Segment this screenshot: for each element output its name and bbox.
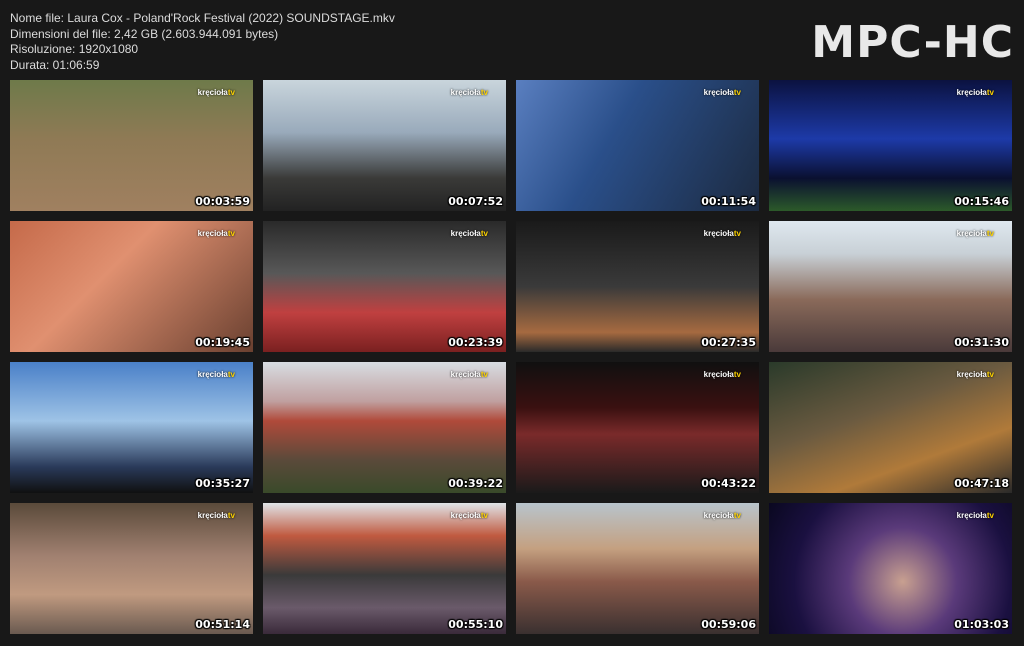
- video-frame: [10, 503, 253, 634]
- channel-logo: kręciołatv: [703, 229, 741, 238]
- channel-logo: kręciołatv: [956, 370, 994, 379]
- channel-logo: kręciołatv: [956, 229, 994, 238]
- timestamp: 00:51:14: [195, 618, 250, 631]
- thumbnail[interactable]: kręciołatv 01:03:03: [769, 503, 1012, 634]
- video-frame: [10, 80, 253, 211]
- timestamp: 00:15:46: [954, 195, 1009, 208]
- resolution: Risoluzione: 1920x1080: [10, 42, 139, 56]
- thumbnail[interactable]: kręciołatv 00:03:59: [10, 80, 253, 211]
- video-frame: [516, 80, 759, 211]
- channel-logo: kręciołatv: [450, 511, 488, 520]
- channel-logo: kręciołatv: [956, 88, 994, 97]
- thumbnail[interactable]: kręciołatv 00:27:35: [516, 221, 759, 352]
- file-info: Nome file: Laura Cox - Poland'Rock Festi…: [10, 11, 395, 73]
- thumbnail[interactable]: kręciołatv 00:39:22: [263, 362, 506, 493]
- channel-logo: kręciołatv: [450, 88, 488, 97]
- channel-logo: kręciołatv: [450, 370, 488, 379]
- thumbnail[interactable]: kręciołatv 00:23:39: [263, 221, 506, 352]
- video-frame: [516, 221, 759, 352]
- timestamp: 00:47:18: [954, 477, 1009, 490]
- video-frame: [10, 362, 253, 493]
- timestamp: 00:39:22: [448, 477, 503, 490]
- thumbnail[interactable]: kręciołatv 00:43:22: [516, 362, 759, 493]
- channel-logo: kręciołatv: [197, 370, 235, 379]
- timestamp: 00:31:30: [954, 336, 1009, 349]
- channel-logo: kręciołatv: [956, 511, 994, 520]
- video-frame: [516, 362, 759, 493]
- thumbnail[interactable]: kręciołatv 00:59:06: [516, 503, 759, 634]
- channel-logo: kręciołatv: [197, 511, 235, 520]
- channel-logo: kręciołatv: [703, 88, 741, 97]
- video-frame: [769, 221, 1012, 352]
- file-name: Nome file: Laura Cox - Poland'Rock Festi…: [10, 11, 395, 25]
- video-frame: [263, 80, 506, 211]
- thumbnail[interactable]: kręciołatv 00:11:54: [516, 80, 759, 211]
- video-frame: [516, 503, 759, 634]
- file-size: Dimensioni del file: 2,42 GB (2.603.944.…: [10, 26, 279, 41]
- video-frame: [263, 221, 506, 352]
- thumbnail-grid: kręciołatv 00:03:59 kręciołatv 00:07:52 kr…: [10, 80, 1014, 634]
- app-logo: MPC-HC: [811, 17, 1014, 68]
- thumbnail[interactable]: kręciołatv 00:15:46: [769, 80, 1012, 211]
- channel-logo: kręciołatv: [703, 511, 741, 520]
- thumbnail[interactable]: kręciołatv 00:51:14: [10, 503, 253, 634]
- video-frame: [263, 503, 506, 634]
- timestamp: 00:03:59: [195, 195, 250, 208]
- timestamp: 00:43:22: [701, 477, 756, 490]
- timestamp: 00:35:27: [195, 477, 250, 490]
- thumbnail[interactable]: kręciołatv 00:19:45: [10, 221, 253, 352]
- video-frame: [769, 80, 1012, 211]
- video-frame: [10, 221, 253, 352]
- timestamp: 01:03:03: [954, 618, 1009, 631]
- duration: Durata: 01:06:59: [10, 57, 100, 72]
- thumbnail[interactable]: kręciołatv 00:07:52: [263, 80, 506, 211]
- timestamp: 00:27:35: [701, 336, 756, 349]
- channel-logo: kręciołatv: [197, 88, 235, 97]
- channel-logo: kręciołatv: [703, 370, 741, 379]
- thumbnail[interactable]: kręciołatv 00:47:18: [769, 362, 1012, 493]
- video-frame: [769, 362, 1012, 493]
- thumbnail[interactable]: kręciołatv 00:31:30: [769, 221, 1012, 352]
- timestamp: 00:23:39: [448, 336, 503, 349]
- thumbnail[interactable]: kręciołatv 00:35:27: [10, 362, 253, 493]
- timestamp: 00:55:10: [448, 618, 503, 631]
- timestamp: 00:07:52: [448, 195, 503, 208]
- timestamp: 00:19:45: [195, 336, 250, 349]
- timestamp: 00:59:06: [701, 618, 756, 631]
- channel-logo: kręciołatv: [197, 229, 235, 238]
- video-frame: [769, 503, 1012, 634]
- video-frame: [263, 362, 506, 493]
- channel-logo: kręciołatv: [450, 229, 488, 238]
- thumbnail[interactable]: kręciołatv 00:55:10: [263, 503, 506, 634]
- timestamp: 00:11:54: [701, 195, 756, 208]
